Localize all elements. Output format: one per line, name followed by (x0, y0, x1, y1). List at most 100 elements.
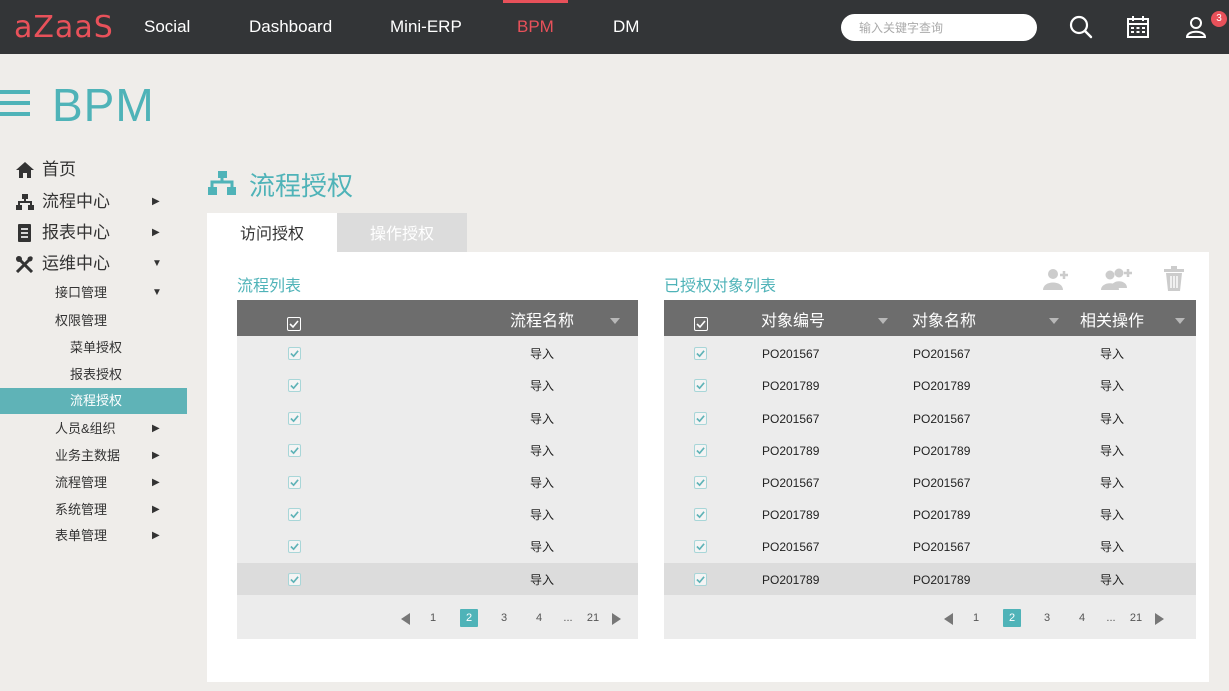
sidebar-item-process-center[interactable]: 流程中心 ▶ (0, 189, 187, 215)
page-button[interactable]: 1 (967, 609, 985, 627)
row-checkbox[interactable] (288, 573, 301, 586)
column-header-operations[interactable]: 相关操作 (1080, 300, 1144, 336)
nav-dm[interactable]: DM (613, 0, 639, 54)
row-checkbox[interactable] (288, 412, 301, 425)
operation-cell[interactable]: 导入 (1100, 466, 1124, 498)
operation-cell[interactable]: 导入 (1100, 337, 1124, 369)
sidebar-sub-label: 流程管理 (55, 475, 108, 490)
table-row[interactable]: 导入 (237, 466, 638, 498)
prev-page-icon[interactable] (944, 613, 953, 625)
sidebar-sub-process-auth[interactable]: 流程授权 (0, 388, 187, 414)
table-row[interactable]: PO201567 PO201567 导入 (664, 402, 1196, 434)
table-row[interactable]: PO201789 PO201789 导入 (664, 369, 1196, 401)
nav-social[interactable]: Social (144, 0, 190, 54)
page-title: 流程授权 (249, 171, 354, 201)
select-all-checkbox[interactable] (287, 317, 301, 331)
tools-icon (15, 255, 34, 273)
search-icon[interactable] (1068, 14, 1094, 40)
table-row[interactable]: 导入 (237, 530, 638, 562)
prev-page-icon[interactable] (401, 613, 410, 625)
row-checkbox[interactable] (694, 573, 707, 586)
column-header-process-name[interactable]: 流程名称 (510, 300, 574, 336)
column-header-object-id[interactable]: 对象编号 (761, 300, 825, 336)
sidebar-sub-api-management[interactable]: 接口管理 ▼ (0, 280, 187, 306)
row-checkbox[interactable] (694, 412, 707, 425)
sidebar-sub-process-management[interactable]: 流程管理 ▶ (0, 470, 187, 496)
sidebar-item-ops-center[interactable]: 运维中心 ▼ (0, 251, 187, 277)
page-button[interactable]: 4 (530, 609, 548, 627)
sidebar-sub-permission-management[interactable]: 权限管理 (0, 308, 187, 334)
sort-caret-icon[interactable] (1049, 318, 1059, 324)
table-row[interactable]: 导入 (237, 402, 638, 434)
menu-toggle-icon[interactable] (0, 90, 30, 116)
table-row[interactable]: 导入 (237, 498, 638, 530)
sidebar-item-home[interactable]: 首页 (0, 157, 187, 183)
search-input[interactable] (841, 14, 1037, 41)
row-checkbox[interactable] (694, 476, 707, 489)
operation-cell[interactable]: 导入 (1100, 530, 1124, 562)
row-checkbox[interactable] (288, 444, 301, 457)
page-button[interactable]: 2 (1003, 609, 1021, 627)
operation-cell[interactable]: 导入 (1100, 402, 1124, 434)
row-checkbox[interactable] (288, 476, 301, 489)
sidebar-item-label: 首页 (42, 160, 76, 179)
sort-caret-icon[interactable] (878, 318, 888, 324)
page-button[interactable]: 2 (460, 609, 478, 627)
sort-caret-icon[interactable] (610, 318, 620, 324)
row-checkbox[interactable] (694, 508, 707, 521)
table-row[interactable]: PO201789 PO201789 导入 (664, 498, 1196, 530)
sidebar-sub-report-auth[interactable]: 报表授权 (0, 362, 187, 388)
operation-cell[interactable]: 导入 (1100, 498, 1124, 530)
sidebar-item-report-center[interactable]: 报表中心 ▶ (0, 220, 187, 246)
calendar-icon[interactable] (1125, 14, 1151, 40)
add-group-icon[interactable] (1100, 266, 1134, 292)
sidebar-sub-menu-auth[interactable]: 菜单授权 (0, 335, 187, 361)
sidebar-sub-master-data[interactable]: 业务主数据 ▶ (0, 443, 187, 469)
page-button[interactable]: 4 (1073, 609, 1091, 627)
operation-cell[interactable]: 导入 (1100, 434, 1124, 466)
row-checkbox[interactable] (694, 540, 707, 553)
operation-cell[interactable]: 导入 (1100, 369, 1124, 401)
row-checkbox[interactable] (694, 444, 707, 457)
nav-bpm[interactable]: BPM (503, 0, 568, 54)
page-button[interactable]: 3 (495, 609, 513, 627)
table-row[interactable]: PO201789 PO201789 导入 (664, 434, 1196, 466)
column-header-object-name[interactable]: 对象名称 (912, 300, 976, 336)
tab-operation-auth[interactable]: 操作授权 (337, 213, 467, 252)
user-notification-icon[interactable] (1184, 14, 1210, 40)
nav-mini-erp[interactable]: Mini-ERP (390, 0, 462, 54)
app-logo[interactable]: aZaaS (14, 10, 114, 45)
row-checkbox[interactable] (288, 347, 301, 360)
row-checkbox[interactable] (288, 540, 301, 553)
tab-access-auth[interactable]: 访问授权 (207, 213, 337, 252)
object-name-cell: PO201567 (913, 540, 971, 554)
operation-cell[interactable]: 导入 (1100, 563, 1124, 595)
row-checkbox[interactable] (288, 508, 301, 521)
process-name-cell: 导入 (530, 476, 555, 490)
sort-caret-icon[interactable] (1175, 318, 1185, 324)
table-row[interactable]: PO201567 PO201567 导入 (664, 530, 1196, 562)
page-button[interactable]: 3 (1038, 609, 1056, 627)
page-button[interactable]: 21 (584, 609, 602, 627)
row-checkbox[interactable] (288, 379, 301, 392)
next-page-icon[interactable] (1155, 613, 1164, 625)
row-checkbox[interactable] (694, 379, 707, 392)
next-page-icon[interactable] (612, 613, 621, 625)
table-row[interactable]: 导入 (237, 434, 638, 466)
sidebar-sub-people-org[interactable]: 人员&组织 ▶ (0, 416, 187, 442)
select-all-checkbox[interactable] (694, 317, 708, 331)
table-row[interactable]: 导入 (237, 563, 638, 595)
sidebar-sub-system-management[interactable]: 系统管理 ▶ (0, 497, 187, 523)
table-row[interactable]: PO201567 PO201567 导入 (664, 337, 1196, 369)
row-checkbox[interactable] (694, 347, 707, 360)
nav-dashboard[interactable]: Dashboard (249, 0, 332, 54)
table-row[interactable]: PO201567 PO201567 导入 (664, 466, 1196, 498)
table-row[interactable]: 导入 (237, 337, 638, 369)
trash-icon[interactable] (1162, 266, 1186, 292)
page-button[interactable]: 21 (1127, 609, 1145, 627)
table-row[interactable]: PO201789 PO201789 导入 (664, 563, 1196, 595)
table-row[interactable]: 导入 (237, 369, 638, 401)
add-user-icon[interactable] (1042, 266, 1070, 292)
page-button[interactable]: 1 (424, 609, 442, 627)
sidebar-sub-form-management[interactable]: 表单管理 ▶ (0, 523, 187, 549)
